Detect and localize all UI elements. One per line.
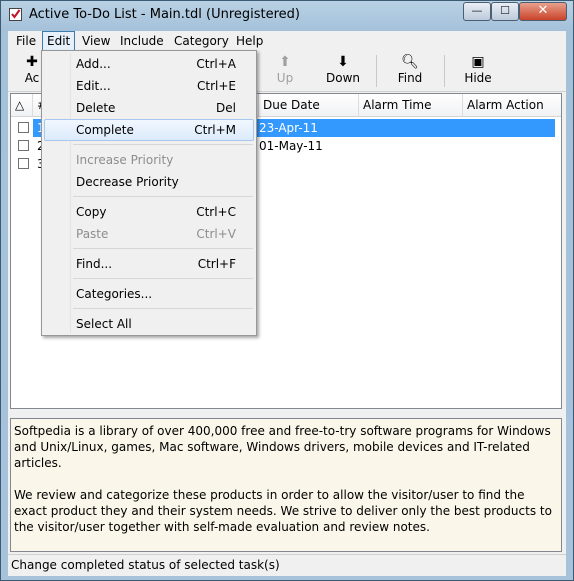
arrow-down-icon: ⬇ [337,54,349,70]
notes-paragraph: Softpedia is a library of over 400,000 f… [14,424,551,470]
title-bar[interactable]: Active To-Do List - Main.tdl (Unregister… [1,1,573,31]
maximize-button[interactable]: ☐ [491,2,519,21]
menu-item-increase-priority[interactable]: Increase Priority [44,149,254,171]
menu-item-edit[interactable]: Edit... Ctrl+E [44,75,254,97]
window-title: Active To-Do List - Main.tdl (Unregister… [29,7,300,22]
hide-toolbar-button[interactable]: ▣ Hide [448,53,508,89]
complete-checkbox[interactable] [18,122,29,133]
menu-bar: File Edit View Include Category Help [8,31,566,51]
menu-help[interactable]: Help [232,31,267,51]
menu-item-decrease-priority[interactable]: Decrease Priority [44,171,254,193]
close-button[interactable]: ✕ [519,2,567,21]
complete-checkbox[interactable] [18,140,29,151]
alarm-time-column-header[interactable]: Alarm Time [359,94,463,116]
menu-item-copy[interactable]: Copy Ctrl+C [44,201,254,223]
minimize-icon: — [471,4,483,17]
menu-separator [73,308,253,309]
notes-pane[interactable]: Softpedia is a library of over 400,000 f… [10,418,562,552]
menu-separator [73,196,253,197]
up-toolbar-button[interactable]: ⬆ Up [255,53,315,89]
task-due-date: 01-May-11 [259,139,323,153]
menu-file[interactable]: File [12,31,40,51]
complete-checkbox[interactable] [18,158,29,169]
sort-indicator-header[interactable]: △ [11,94,33,116]
maximize-icon: ☐ [500,4,510,17]
close-icon: ✕ [537,3,549,18]
app-window: Active To-Do List - Main.tdl (Unregister… [0,0,574,581]
menu-item-select-all[interactable]: Select All [44,313,254,335]
menu-view[interactable]: View [78,31,114,51]
toolbar-separator [376,55,377,87]
hide-window-icon: ▣ [471,54,485,70]
menu-item-complete[interactable]: Complete Ctrl+M [44,119,254,141]
down-toolbar-button[interactable]: ⬇ Down [313,53,373,89]
menu-item-find[interactable]: Find... Ctrl+F [44,253,254,275]
menu-item-delete[interactable]: Delete Del [44,97,254,119]
menu-edit[interactable]: Edit [42,31,76,51]
menu-separator [73,248,253,249]
menu-item-paste[interactable]: Paste Ctrl+V [44,223,254,245]
arrow-up-icon: ⬆ [279,54,291,70]
menu-item-add[interactable]: Add... Ctrl+A [44,53,254,75]
menu-separator [73,144,253,145]
toolbar-separator [444,55,445,87]
status-text: Change completed status of selected task… [11,558,280,572]
alarm-action-column-header[interactable]: Alarm Action [463,94,561,116]
app-checkbox-icon[interactable] [9,8,22,21]
due-date-column-header[interactable]: Due Date [259,94,359,116]
minimize-button[interactable]: — [463,2,491,21]
magnifier-icon: 🔍︎ [401,54,419,70]
pane-splitter[interactable] [8,411,566,417]
menu-separator [73,278,253,279]
find-toolbar-button[interactable]: 🔍︎ Find [380,53,440,89]
menu-item-categories[interactable]: Categories... [44,283,254,305]
menu-category[interactable]: Category [170,31,233,51]
menu-include[interactable]: Include [116,31,168,51]
notes-paragraph: We review and categorize these products … [14,488,552,534]
edit-menu-dropdown: Add... Ctrl+A Edit... Ctrl+E Delete Del Com… [41,50,257,336]
status-bar: Change completed status of selected task… [8,554,566,576]
task-due-date: 23-Apr-11 [259,121,318,135]
